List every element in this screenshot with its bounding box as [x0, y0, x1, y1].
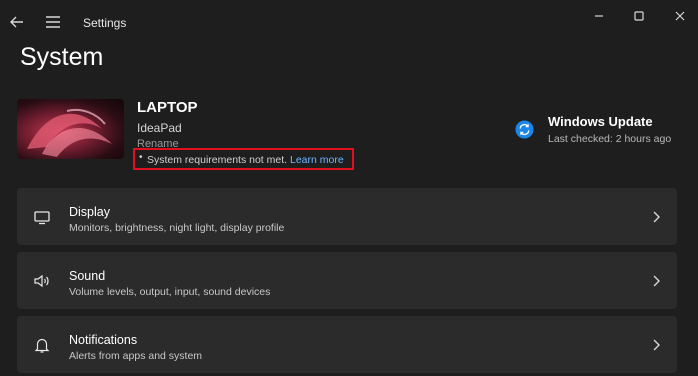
requirements-text: System requirements not met. — [147, 154, 288, 166]
card-title: Sound — [69, 269, 106, 283]
card-subtitle: Monitors, brightness, night light, displ… — [69, 222, 285, 234]
display-settings-card[interactable]: Display Monitors, brightness, night ligh… — [17, 188, 677, 245]
back-arrow-icon[interactable] — [9, 14, 25, 30]
wallpaper-swirl-image — [27, 108, 112, 157]
maximize-icon[interactable] — [632, 9, 646, 23]
learn-more-link[interactable]: Learn more — [290, 154, 344, 166]
window-title: Settings — [83, 16, 127, 30]
windows-update-title[interactable]: Windows Update — [548, 114, 653, 129]
hamburger-menu-icon[interactable] — [45, 15, 61, 29]
card-subtitle: Alerts from apps and system — [69, 350, 203, 362]
device-model: IdeaPad — [137, 121, 182, 135]
bell-icon — [34, 338, 50, 353]
chevron-right-icon — [653, 211, 660, 223]
chevron-right-icon — [653, 339, 660, 351]
requirements-notice: System requirements not met. Learn more — [147, 154, 344, 166]
card-title: Display — [69, 205, 110, 219]
device-name: LAPTOP — [137, 99, 198, 116]
sync-icon[interactable] — [515, 120, 534, 139]
title-bar: Settings — [0, 0, 698, 44]
monitor-icon — [34, 211, 50, 225]
windows-update-last-checked: Last checked: 2 hours ago — [548, 133, 672, 145]
card-title: Notifications — [69, 333, 138, 347]
page-title: System — [20, 43, 104, 71]
bullet-dot: • — [139, 152, 143, 163]
notifications-settings-card[interactable]: Notifications Alerts from apps and syste… — [17, 316, 677, 373]
sound-settings-card[interactable]: Sound Volume levels, output, input, soun… — [17, 252, 677, 309]
card-subtitle: Volume levels, output, input, sound devi… — [69, 286, 271, 298]
minimize-icon[interactable] — [592, 9, 606, 23]
device-wallpaper-thumbnail — [17, 99, 124, 159]
speaker-icon — [34, 274, 49, 288]
chevron-right-icon — [653, 275, 660, 287]
close-icon[interactable] — [673, 9, 687, 23]
